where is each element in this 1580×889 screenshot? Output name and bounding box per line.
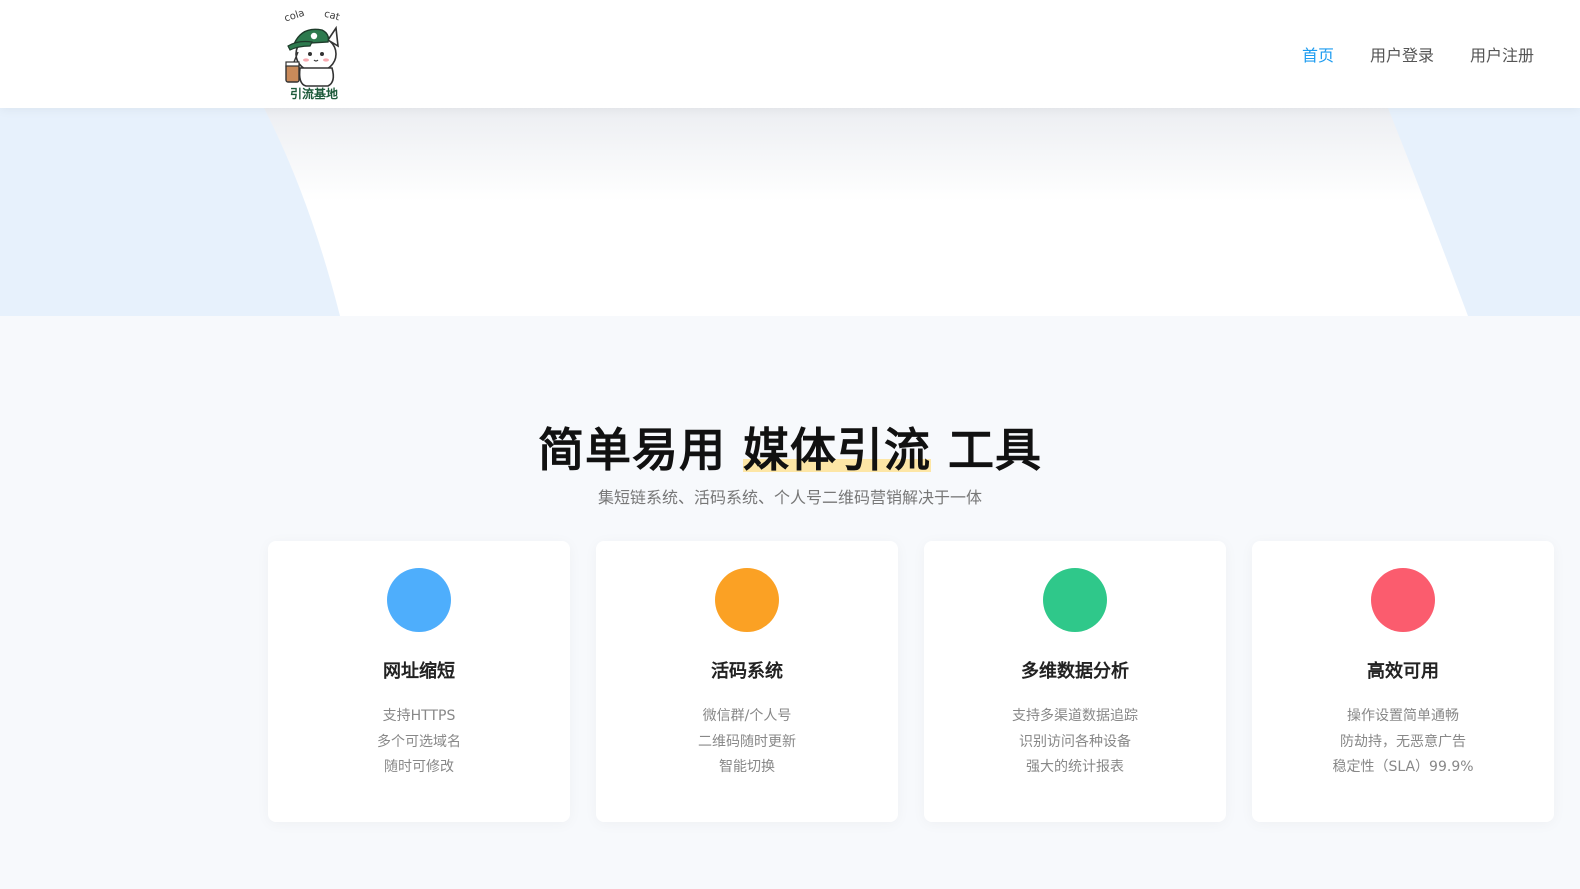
feature-line: 二维码随时更新 [698,733,796,750]
feature-line: 稳定性（SLA）99.9% [1332,759,1474,775]
hero-banner [0,108,1580,316]
headline-highlight: 媒体引流 [743,414,931,480]
nav-login[interactable]: 用户登录 [1370,42,1434,66]
feature-line: 强大的统计报表 [1026,759,1124,775]
headline-part2: 工具 [931,423,1043,477]
feature-line: 支持多渠道数据追踪 [1012,708,1138,724]
features-subtitle: 集短链系统、活码系统、个人号二维码营销解决于一体 [597,488,982,507]
top-header: cola cat 引流基地 首页 用户登录 用户注册 [0,0,1580,108]
feature-line: 防劫持，无恶意广告 [1340,733,1466,750]
feature-card-reliability: 高效可用 操作设置简单通畅 防劫持，无恶意广告 稳定性（SLA）99.9% [1252,541,1554,822]
feature-title: 多维数据分析 [1021,661,1129,682]
logo-caption: 引流基地 [290,86,338,101]
svg-text:cola: cola [283,8,306,25]
feature-title: 高效可用 [1367,661,1439,682]
feature-circle-icon [1043,568,1107,632]
feature-line: 操作设置简单通畅 [1347,708,1459,724]
feature-title: 活码系统 [711,661,783,682]
feature-circle-icon [1371,568,1435,632]
feature-line: 微信群/个人号 [702,708,792,724]
features-headline: 简单易用 媒体引流 工具 [0,414,1580,480]
feature-card-analytics: 多维数据分析 支持多渠道数据追踪 识别访问各种设备 强大的统计报表 [924,541,1226,822]
features-section: 简单易用 媒体引流 工具 集短链系统、活码系统、个人号二维码营销解决于一体 网址… [0,316,1580,889]
feature-circle-icon [715,568,779,632]
feature-card-url-shortener: 网址缩短 支持HTTPS 多个可选域名 随时可修改 [268,541,570,822]
hero-background [264,108,1468,316]
feature-circle-icon [387,568,451,632]
nav-home[interactable]: 首页 [1302,42,1334,66]
svg-text:cat: cat [323,9,341,24]
feature-line: 支持HTTPS [382,708,456,724]
feature-card-live-code: 活码系统 微信群/个人号 二维码随时更新 智能切换 [596,541,898,822]
headline-part1: 简单易用 [537,423,743,477]
feature-line: 识别访问各种设备 [1019,733,1131,750]
feature-line: 随时可修改 [384,759,454,775]
cola-cat-logo[interactable]: cola cat 引流基地 [276,6,352,102]
feature-title: 网址缩短 [383,661,455,682]
feature-line: 智能切换 [719,759,775,775]
feature-cards: 网址缩短 支持HTTPS 多个可选域名 随时可修改 活码系统 微信群/个人号 二… [268,541,1554,822]
main-nav: 首页 用户登录 用户注册 [1302,42,1534,66]
nav-register[interactable]: 用户注册 [1470,42,1534,66]
feature-line: 多个可选域名 [377,733,461,750]
